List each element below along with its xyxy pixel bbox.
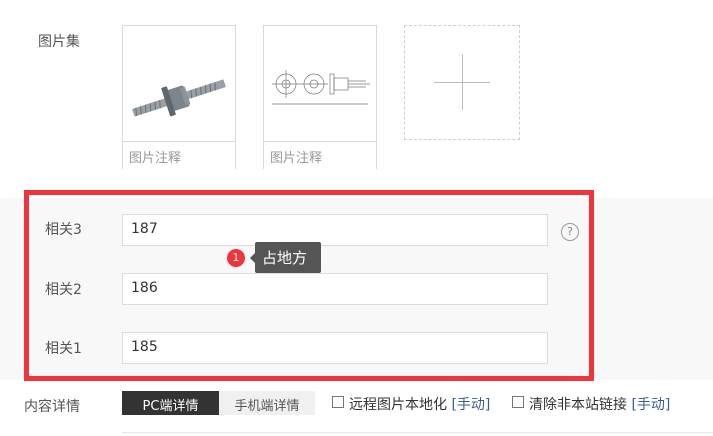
tab-pc-detail[interactable]: PC端详情: [122, 391, 219, 415]
related-2-label: 相关2: [45, 282, 82, 298]
related-1-input[interactable]: 185: [122, 332, 548, 364]
gallery-thumb-2[interactable]: 图片注释: [263, 25, 377, 169]
related-3-input[interactable]: 187: [122, 214, 548, 246]
editor-top-border: [122, 432, 713, 433]
localize-images-manual-link[interactable]: [手动]: [451, 397, 490, 413]
tab-mobile-detail[interactable]: 手机端详情: [219, 391, 315, 415]
localize-images-checkbox[interactable]: [332, 396, 344, 408]
gallery-caption-2[interactable]: 图片注释: [264, 141, 376, 169]
ball-screw-image: [132, 79, 226, 117]
gallery-label: 图片集: [38, 34, 80, 50]
remove-links-manual-link[interactable]: [手动]: [631, 397, 670, 413]
remove-links-option: 清除非本站链接 [手动]: [529, 394, 670, 414]
add-image-button[interactable]: [404, 25, 520, 140]
detail-label: 内容详情: [24, 399, 80, 415]
localize-images-option: 远程图片本地化 [手动]: [349, 394, 490, 414]
technical-drawing-image: [272, 70, 370, 105]
related-1-label: 相关1: [45, 341, 82, 357]
remove-links-checkbox[interactable]: [512, 396, 524, 408]
tooltip: 占地方: [255, 242, 321, 273]
help-icon[interactable]: ?: [561, 223, 579, 241]
step-badge: 1: [227, 249, 245, 267]
gallery-caption-1[interactable]: 图片注释: [123, 141, 235, 169]
remove-links-label: 清除非本站链接: [529, 397, 627, 413]
localize-images-label: 远程图片本地化: [349, 397, 447, 413]
related-2-input[interactable]: 186: [122, 273, 548, 305]
related-3-label: 相关3: [45, 222, 82, 238]
gallery-thumb-1[interactable]: 图片注释: [122, 25, 236, 169]
